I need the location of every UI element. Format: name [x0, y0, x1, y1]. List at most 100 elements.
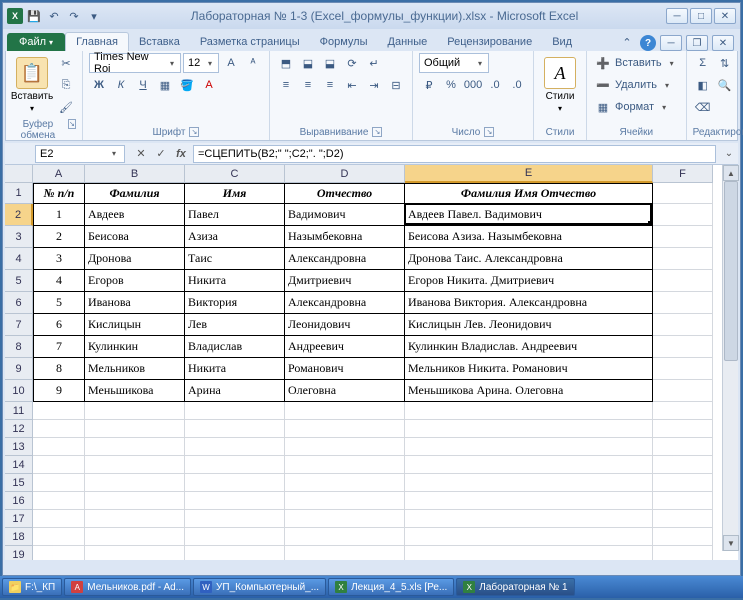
cell[interactable] — [653, 510, 713, 528]
cell[interactable] — [285, 528, 405, 546]
cell[interactable]: Егоров — [85, 270, 185, 292]
cell[interactable]: 3 — [33, 248, 85, 270]
cell[interactable]: Фамилия — [85, 183, 185, 204]
ribbon-tab-1[interactable]: Вставка — [129, 33, 190, 51]
sort-icon[interactable]: ⇅ — [715, 53, 735, 73]
formula-bar-expand-icon[interactable]: ⌄ — [720, 145, 738, 163]
cell[interactable] — [33, 474, 85, 492]
ribbon-tab-5[interactable]: Рецензирование — [437, 33, 542, 51]
cell[interactable] — [405, 456, 653, 474]
taskbar-item[interactable]: WУП_Компьютерный_... — [193, 578, 326, 596]
cell[interactable] — [405, 420, 653, 438]
vertical-scrollbar[interactable]: ▲ ▼ — [722, 165, 738, 551]
taskbar-item[interactable]: 📁F:\_КП — [2, 578, 62, 596]
taskbar-item[interactable]: AМельников.pdf - Ad... — [64, 578, 191, 596]
qat-undo-icon[interactable]: ↶ — [45, 7, 63, 25]
cell[interactable]: Александровна — [285, 292, 405, 314]
format-painter-icon[interactable]: 🖌 — [56, 97, 76, 117]
file-tab[interactable]: Файл — [7, 33, 65, 51]
cell[interactable] — [653, 336, 713, 358]
cell[interactable]: Кислицын Лев. Леонидович — [405, 314, 653, 336]
align-top-icon[interactable]: ⬒ — [276, 53, 296, 73]
help-icon[interactable]: ? — [640, 35, 656, 51]
cell[interactable] — [653, 438, 713, 456]
maximize-button[interactable]: □ — [690, 8, 712, 24]
cell[interactable] — [33, 456, 85, 474]
underline-button[interactable]: Ч — [133, 75, 153, 95]
cell[interactable]: 7 — [33, 336, 85, 358]
row-header[interactable]: 6 — [5, 292, 33, 314]
cell[interactable] — [33, 438, 85, 456]
cell[interactable] — [405, 492, 653, 510]
fill-color-icon[interactable]: 🪣 — [177, 75, 197, 95]
italic-button[interactable]: К — [111, 75, 131, 95]
ribbon-tab-4[interactable]: Данные — [378, 33, 438, 51]
cell[interactable]: 2 — [33, 226, 85, 248]
scroll-down-icon[interactable]: ▼ — [723, 535, 739, 551]
row-header[interactable]: 11 — [5, 402, 33, 420]
number-format-combo[interactable]: Общий▾ — [419, 53, 489, 73]
font-size-combo[interactable]: 12▾ — [183, 53, 219, 73]
ribbon-minimize-icon[interactable]: ⌃ — [618, 33, 636, 51]
cell[interactable] — [185, 528, 285, 546]
align-bottom-icon[interactable]: ⬓ — [320, 53, 340, 73]
cell[interactable] — [653, 314, 713, 336]
cell[interactable] — [653, 402, 713, 420]
dialog-launcher-icon[interactable]: ↘ — [68, 119, 76, 129]
cell[interactable] — [33, 528, 85, 546]
cell[interactable]: Дмитриевич — [285, 270, 405, 292]
row-header[interactable]: 16 — [5, 492, 33, 510]
cell[interactable] — [285, 456, 405, 474]
cell[interactable]: Кулинкин — [85, 336, 185, 358]
cell[interactable]: Дронова — [85, 248, 185, 270]
cell[interactable] — [285, 474, 405, 492]
cell[interactable] — [653, 492, 713, 510]
orientation-icon[interactable]: ⟳ — [342, 53, 362, 73]
cell[interactable]: Виктория — [185, 292, 285, 314]
merge-icon[interactable]: ⊟ — [386, 75, 406, 95]
cell[interactable] — [405, 510, 653, 528]
cell[interactable] — [185, 402, 285, 420]
cell[interactable] — [185, 492, 285, 510]
grow-font-icon[interactable]: A — [221, 53, 241, 73]
bold-button[interactable]: Ж — [89, 75, 109, 95]
row-header[interactable]: 18 — [5, 528, 33, 546]
dialog-launcher-icon[interactable]: ↘ — [484, 127, 494, 137]
cell[interactable] — [185, 420, 285, 438]
cell[interactable]: Таис — [185, 248, 285, 270]
cell[interactable] — [33, 510, 85, 528]
cell[interactable]: Авдеев — [85, 204, 185, 226]
qat-customize-icon[interactable]: ▾ — [85, 7, 103, 25]
scroll-thumb[interactable] — [724, 181, 738, 361]
cell[interactable] — [405, 546, 653, 560]
cell[interactable]: Иванова — [85, 292, 185, 314]
font-family-combo[interactable]: Times New Roi▾ — [89, 53, 181, 73]
fill-icon[interactable]: ◧ — [693, 75, 713, 95]
cell[interactable] — [405, 528, 653, 546]
column-header[interactable]: F — [653, 165, 713, 183]
cell[interactable]: Владислав — [185, 336, 285, 358]
row-header[interactable]: 13 — [5, 438, 33, 456]
cell[interactable]: Беисова — [85, 226, 185, 248]
cell[interactable]: 9 — [33, 380, 85, 402]
cell[interactable] — [405, 402, 653, 420]
cell[interactable]: Назымбековна — [285, 226, 405, 248]
cell[interactable]: Имя — [185, 183, 285, 204]
cell[interactable]: 5 — [33, 292, 85, 314]
row-header[interactable]: 1 — [5, 183, 33, 204]
cell[interactable]: Егоров Никита. Дмитриевич — [405, 270, 653, 292]
cell[interactable]: 1 — [33, 204, 85, 226]
cell[interactable] — [85, 492, 185, 510]
cell[interactable] — [33, 546, 85, 560]
align-center-icon[interactable]: ≡ — [298, 75, 318, 95]
cell[interactable] — [653, 270, 713, 292]
cell[interactable]: Беисова Азиза. Назымбековна — [405, 226, 653, 248]
find-icon[interactable]: 🔍 — [715, 75, 735, 95]
cell[interactable]: Мельников Никита. Романович — [405, 358, 653, 380]
column-header[interactable]: A — [33, 165, 85, 183]
cell[interactable]: Олеговна — [285, 380, 405, 402]
row-header[interactable]: 8 — [5, 336, 33, 358]
font-color-icon[interactable]: A — [199, 75, 219, 95]
row-header[interactable]: 17 — [5, 510, 33, 528]
insert-function-button[interactable]: fx — [171, 145, 191, 163]
